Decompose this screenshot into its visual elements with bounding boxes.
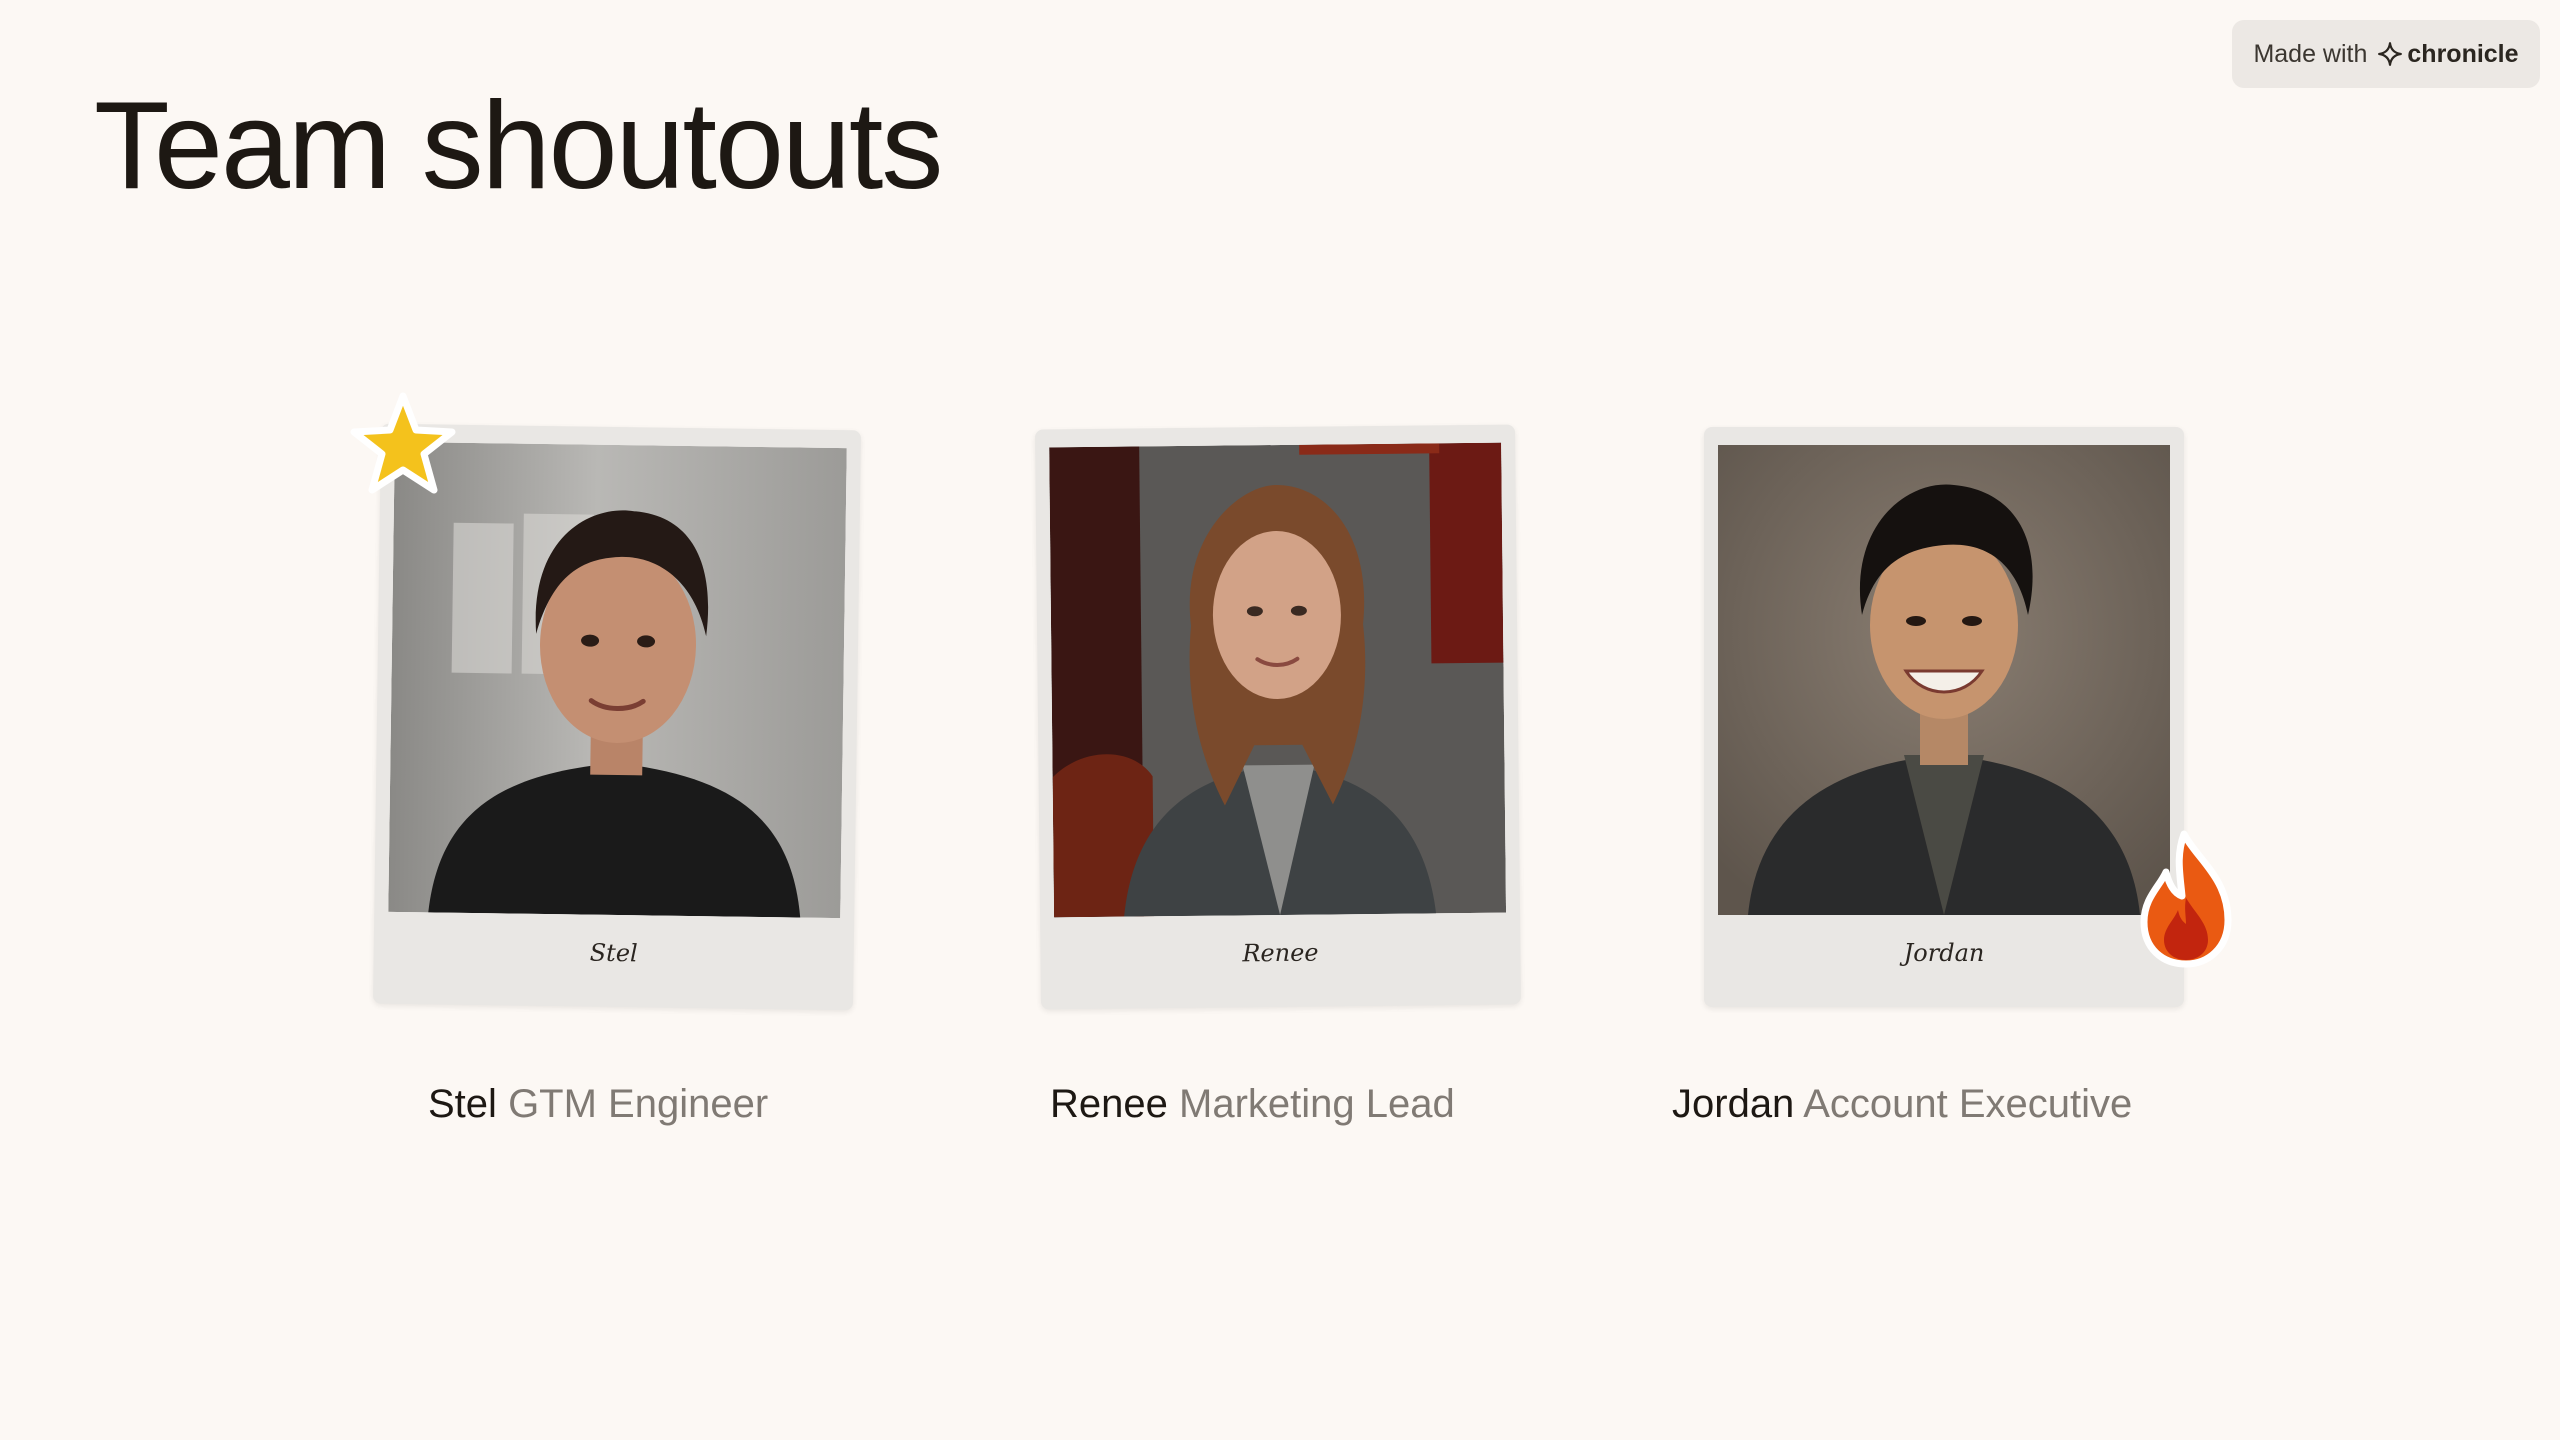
polaroid-card-renee[interactable]: Renee <box>1034 424 1522 1010</box>
made-with-prefix: Made with <box>2253 39 2368 68</box>
person-name: Stel <box>428 1082 497 1126</box>
person-role: Account Executive <box>1803 1082 2133 1126</box>
sparkle-icon <box>2378 42 2403 66</box>
made-with-badge[interactable]: Made with chronicle <box>2232 20 2540 88</box>
polaroid-card-jordan[interactable]: Jordan <box>1704 427 2184 1007</box>
person-label-jordan: Jordan Account Executive <box>1672 1082 2132 1127</box>
polaroid-caption-stel: Stel <box>589 938 638 968</box>
portrait-photo-stel <box>388 441 847 919</box>
brand-name: chronicle <box>2407 39 2519 68</box>
portrait-photo-renee <box>1049 442 1507 918</box>
polaroid-caption-renee: Renee <box>1242 938 1319 968</box>
star-icon <box>350 392 456 494</box>
fire-icon <box>2140 830 2232 968</box>
person-role: Marketing Lead <box>1179 1082 1455 1126</box>
page-title: Team shoutouts <box>94 77 943 215</box>
person-name: Jordan <box>1672 1082 1795 1126</box>
polaroid-caption-jordan: Jordan <box>1903 939 1985 967</box>
polaroid-card-stel[interactable]: Stel <box>372 423 862 1011</box>
person-name: Renee <box>1050 1082 1168 1126</box>
person-role: GTM Engineer <box>508 1082 769 1126</box>
portrait-photo-jordan <box>1718 445 2170 915</box>
person-label-stel: Stel GTM Engineer <box>428 1082 768 1127</box>
slide: Team shoutouts Made with chronicle Stel … <box>0 0 2560 1440</box>
person-label-renee: Renee Marketing Lead <box>1050 1082 1455 1127</box>
brand-logo: chronicle <box>2377 39 2519 69</box>
